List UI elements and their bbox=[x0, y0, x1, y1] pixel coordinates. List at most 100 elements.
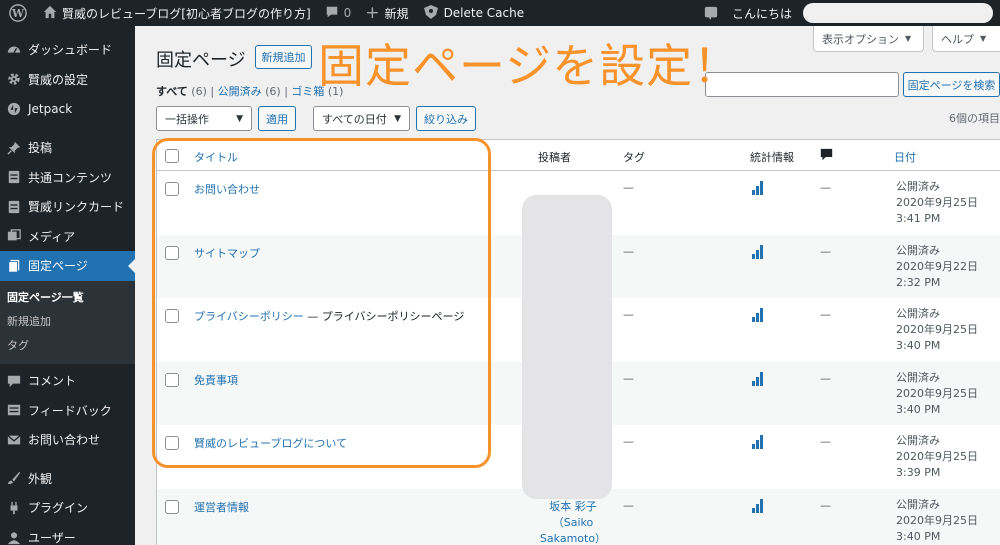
sidebar-item-dashboard[interactable]: ダッシュボード bbox=[0, 35, 135, 65]
comments-cell: — bbox=[820, 371, 831, 385]
sidebar-item-label: 賢威の設定 bbox=[28, 72, 89, 87]
redacted-username bbox=[803, 3, 993, 23]
sidebar-item-contact[interactable]: お問い合わせ bbox=[0, 425, 135, 455]
view-published[interactable]: 公開済み bbox=[218, 85, 262, 98]
column-date[interactable]: 日付 bbox=[894, 149, 916, 165]
time-text: 3:40 PM bbox=[896, 402, 941, 416]
wordpress-logo-icon[interactable]: W bbox=[0, 0, 36, 26]
cache-icon bbox=[423, 4, 439, 22]
site-name-link[interactable]: 賢威のレビューブログ[初心者ブログの作り方] bbox=[36, 0, 318, 26]
stats-chart-icon[interactable] bbox=[752, 435, 763, 449]
caret-down-icon: ▼ bbox=[905, 34, 912, 43]
tags-cell: — bbox=[623, 181, 634, 194]
view-filters: すべて (6) | 公開済み (6) | ゴミ箱 (1) bbox=[156, 83, 343, 99]
comments-count: 0 bbox=[343, 6, 352, 20]
date-text: 2020年9月25日 bbox=[896, 323, 978, 336]
status-text: 公開済み bbox=[896, 243, 940, 257]
stats-chart-icon[interactable] bbox=[752, 244, 763, 259]
status-text: 公開済み bbox=[896, 370, 940, 384]
search-pages-label: 固定ページを検索 bbox=[907, 78, 996, 92]
sidebar-item-jetpack[interactable]: Jetpack bbox=[0, 94, 135, 124]
sidebar-item-posts[interactable]: 投稿 bbox=[0, 133, 135, 163]
pages-icon bbox=[6, 258, 22, 274]
admin-bar: W 賢威のレビューブログ[初心者ブログの作り方] 0 + 新規 Delete C… bbox=[0, 0, 1000, 26]
comments-cell: — bbox=[820, 181, 831, 194]
view-all-label: すべて bbox=[156, 85, 188, 98]
author-link[interactable]: 坂本 彩子（Saiko Sakamoto） bbox=[538, 499, 608, 545]
comment-column-icon[interactable] bbox=[820, 148, 833, 164]
sidebar-item-appearance[interactable]: 外観 bbox=[0, 464, 135, 494]
comment-bubble-icon bbox=[325, 5, 339, 22]
sidebar-item-common-content[interactable]: 共通コンテンツ bbox=[0, 162, 135, 192]
submenu-all-pages[interactable]: 固定ページ一覧 bbox=[0, 286, 135, 310]
page-title-link[interactable]: 運営者情報 bbox=[194, 501, 249, 514]
sidebar-item-label: ダッシュボード bbox=[28, 43, 113, 58]
sidebar-item-label: コメント bbox=[28, 374, 77, 389]
sidebar-item-kenei-settings[interactable]: 賢威の設定 bbox=[0, 65, 135, 95]
svg-text:W: W bbox=[11, 7, 25, 20]
document-icon bbox=[6, 169, 22, 185]
feedback-icon bbox=[6, 402, 22, 418]
submenu-tags[interactable]: タグ bbox=[0, 334, 135, 358]
plugin-icon bbox=[6, 500, 22, 516]
sidebar-item-feedback[interactable]: フィードバック bbox=[0, 395, 135, 425]
sidebar-item-users[interactable]: ユーザー bbox=[0, 523, 135, 545]
column-tags: タグ bbox=[623, 151, 645, 164]
apply-button[interactable]: 適用 bbox=[258, 106, 296, 131]
brush-icon bbox=[6, 470, 22, 486]
sidebar-item-label: 共通コンテンツ bbox=[28, 170, 113, 185]
sidebar-item-label: 投稿 bbox=[28, 141, 53, 156]
my-account[interactable]: こんにちは bbox=[725, 0, 1000, 26]
date-filter-select[interactable]: すべての日付 ▼ bbox=[313, 106, 410, 131]
search-pages-button[interactable]: 固定ページを検索 bbox=[903, 72, 1000, 97]
filter-label: 絞り込み bbox=[424, 112, 468, 126]
date-filter-value: すべての日付 bbox=[322, 112, 387, 126]
user-icon bbox=[6, 530, 22, 545]
time-text: 3:40 PM bbox=[896, 529, 941, 543]
view-all[interactable]: すべて bbox=[156, 85, 188, 98]
add-new-page-button[interactable]: 新規追加 bbox=[255, 45, 312, 69]
sidebar-item-kenei-link-card[interactable]: 賢威リンクカード bbox=[0, 192, 135, 222]
help-button[interactable]: ヘルプ ▼ bbox=[932, 26, 1000, 52]
pages-submenu: 固定ページ一覧 新規追加 タグ bbox=[0, 280, 135, 364]
sidebar-item-label: お問い合わせ bbox=[28, 433, 101, 448]
date-cell: 公開済み 2020年9月25日 3:41 PM bbox=[896, 179, 978, 227]
stats-chart-icon[interactable] bbox=[752, 308, 763, 322]
page-title: 固定ページ bbox=[156, 50, 246, 71]
new-content-link[interactable]: + 新規 bbox=[358, 0, 415, 26]
tags-cell: — bbox=[623, 308, 634, 321]
filter-button[interactable]: 絞り込み bbox=[416, 106, 476, 131]
sidebar-item-comments[interactable]: コメント bbox=[0, 366, 135, 396]
add-new-label: 新規追加 bbox=[261, 51, 306, 64]
media-icon bbox=[6, 228, 22, 244]
delete-cache-link[interactable]: Delete Cache bbox=[416, 0, 532, 26]
view-published-label: 公開済み bbox=[217, 85, 262, 98]
date-text: 2020年9月25日 bbox=[896, 450, 978, 463]
submenu-add-new[interactable]: 新規追加 bbox=[0, 310, 135, 334]
bulk-action-select[interactable]: 一括操作 ▼ bbox=[156, 106, 252, 131]
jetpack-icon bbox=[6, 101, 22, 117]
screen-options-button[interactable]: 表示オプション ▼ bbox=[813, 26, 924, 52]
tags-cell: — bbox=[623, 244, 634, 258]
sidebar-item-label: 賢威リンクカード bbox=[28, 200, 125, 215]
stats-chart-icon[interactable] bbox=[752, 181, 763, 195]
date-text: 2020年9月25日 bbox=[896, 513, 978, 527]
sidebar-item-media[interactable]: メディア bbox=[0, 222, 135, 252]
status-text: 公開済み bbox=[896, 307, 940, 320]
comments-link[interactable]: 0 bbox=[318, 0, 359, 26]
screen-options-label: 表示オプション bbox=[822, 32, 899, 46]
notification-icon[interactable] bbox=[697, 0, 725, 26]
sidebar-item-label: 外観 bbox=[28, 471, 53, 486]
time-text: 3:41 PM bbox=[896, 212, 941, 225]
greeting: こんにちは bbox=[731, 6, 792, 21]
row-checkbox[interactable] bbox=[165, 499, 179, 514]
time-text: 2:32 PM bbox=[896, 275, 941, 289]
status-text: 公開済み bbox=[896, 180, 940, 193]
comments-cell: — bbox=[820, 244, 831, 258]
gear-icon bbox=[6, 71, 22, 87]
comments-cell: — bbox=[820, 498, 831, 512]
sidebar-item-plugins[interactable]: プラグイン bbox=[0, 493, 135, 523]
sidebar-item-pages[interactable]: 固定ページ bbox=[0, 251, 135, 281]
stats-chart-icon[interactable] bbox=[752, 498, 763, 513]
stats-chart-icon[interactable] bbox=[752, 371, 763, 386]
